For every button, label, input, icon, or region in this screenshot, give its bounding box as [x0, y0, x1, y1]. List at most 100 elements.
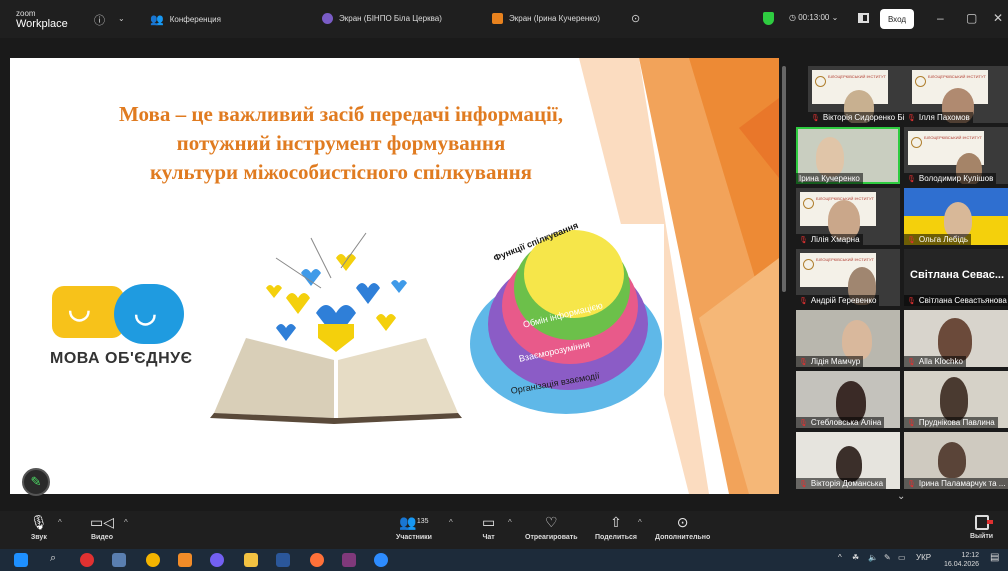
- participant-tile[interactable]: 🎙 Ольга Лебідь: [904, 188, 1008, 245]
- leave-button[interactable]: Выйти: [970, 515, 993, 540]
- chevron-down-icon[interactable]: ⌄: [118, 14, 125, 23]
- brand-bottom: Workplace: [16, 18, 68, 30]
- participant-tile[interactable]: 🎙 Вікторія Доманська: [796, 432, 900, 489]
- zoom-icon[interactable]: [374, 553, 388, 567]
- participant-tile[interactable]: Ірина Кучеренко: [796, 127, 900, 184]
- gallery-scroll-down-icon[interactable]: ⌄: [897, 491, 905, 502]
- speech-bubble-blue: ◡: [114, 284, 184, 344]
- share-label: Поделиться: [595, 534, 638, 541]
- slide-title-line: Мова – це важливий засіб передачі інформ…: [119, 102, 563, 126]
- screen-tab-2[interactable]: Экран (Ірина Кучеренко): [492, 13, 600, 24]
- start-icon[interactable]: [14, 553, 28, 567]
- system-clock[interactable]: 12:12 16.04.2026: [944, 551, 979, 569]
- volume-icon[interactable]: 🔈: [868, 553, 878, 562]
- video-options-caret[interactable]: ^: [124, 518, 128, 527]
- os-taskbar: ⌕ ^ ☘ 🔈 ✎ ▭ УКР 12:12 16.04.2026 ▤: [0, 549, 1008, 571]
- participant-name: Вікторія Доманська: [810, 479, 884, 488]
- tray-chevron-icon[interactable]: ^: [838, 553, 842, 562]
- video-button[interactable]: ▭◁ Видео: [90, 514, 114, 541]
- participant-name: Ольга Лебідь: [918, 235, 969, 244]
- chat-label: Чат: [482, 534, 495, 541]
- pen-tray-icon[interactable]: ✎: [884, 553, 891, 562]
- slide-title-line: культури міжособистісного спілкування: [149, 160, 533, 184]
- participant-name: Пруднікова Павлина: [918, 418, 995, 427]
- participant-tile[interactable]: БІЛОЦЕРКІВСЬКИЙ ІНСТИТУТ 🎙 Андрій Геревен…: [796, 249, 900, 306]
- word-icon[interactable]: [276, 553, 290, 567]
- timer-value: 00:13:00: [798, 13, 830, 22]
- mic-muted-icon: 🎙: [907, 481, 916, 488]
- mic-muted-icon: 🎙: [799, 237, 808, 244]
- clock-date: 16.04.2026: [944, 561, 980, 568]
- participants-count: 135: [416, 518, 429, 525]
- participant-name: Ірина Кучеренко: [799, 174, 860, 183]
- close-icon[interactable]: ✕: [993, 11, 1003, 25]
- audio-options-caret[interactable]: ^: [58, 518, 62, 527]
- participant-name: Лідія Мамчур: [810, 357, 861, 366]
- onenote-icon[interactable]: [342, 553, 356, 567]
- view-icon[interactable]: [858, 13, 869, 23]
- participant-tile[interactable]: 🎙 Ірина Паламарчук та ...: [904, 432, 1008, 489]
- folder-icon[interactable]: [244, 553, 258, 567]
- participant-tile[interactable]: 🎙 Пруднікова Павлина: [904, 371, 1008, 428]
- participant-tile[interactable]: БІЛОЦЕРКІВСЬКИЙ ІНСТИТУТ 🎙 Володимир Кулі…: [904, 127, 1008, 184]
- participant-tile[interactable]: БІЛОЦЕРКІВСЬКИЙ ІНСТИТУТ 🎙 Ілля Пахомов: [904, 66, 1008, 123]
- mic-muted-icon: 🎙: [907, 237, 916, 244]
- participant-tile[interactable]: 🎙 Alla Klochko: [904, 310, 1008, 367]
- participant-tile[interactable]: 🎙 Стебловська Аліна: [796, 371, 900, 428]
- firefox-icon[interactable]: [310, 553, 324, 567]
- mic-muted-icon: 🎙: [799, 420, 808, 427]
- app-icon[interactable]: [178, 553, 192, 567]
- clock-time: 12:12: [961, 552, 980, 559]
- shield-icon[interactable]: [763, 12, 774, 25]
- conference-label: Конференция: [169, 15, 221, 24]
- search-icon[interactable]: ⌕: [50, 552, 56, 565]
- tray-app-icon[interactable]: ☘: [852, 553, 859, 562]
- screen-tab-1[interactable]: Экран (БІНПО Біла Церква): [322, 13, 442, 24]
- title-bar: zoom Workplace ⓘ ⌄ 👥 Конференция Экран (…: [0, 0, 1008, 38]
- language-indicator[interactable]: УКР: [916, 553, 931, 562]
- zoom-logo: zoom Workplace: [16, 9, 68, 30]
- chat-icon: ▭: [482, 514, 496, 530]
- leave-icon: [974, 515, 993, 530]
- annotate-pen-button[interactable]: ✎: [22, 468, 50, 496]
- chat-options-caret[interactable]: ^: [508, 518, 512, 527]
- notifications-icon[interactable]: ▤: [990, 552, 999, 563]
- participants-button[interactable]: 👥135 Участники: [396, 514, 432, 541]
- share-button[interactable]: ⇧ Поделиться: [595, 514, 637, 541]
- participant-name: Вікторія Сидоренко Бі...: [822, 113, 912, 122]
- conference-tab[interactable]: 👥 Конференция: [150, 13, 221, 26]
- screen-tab-1-label: Экран (БІНПО Біла Церква): [339, 14, 442, 23]
- mic-muted-icon: 🎙: [907, 176, 916, 183]
- mic-muted-icon: 🎙: [30, 514, 48, 530]
- participant-tile[interactable]: Світлана Севас... 🎙 Світлана Севастьянова: [904, 249, 1008, 306]
- participant-tile[interactable]: 🎙 Лідія Мамчур: [796, 310, 900, 367]
- chevron-down-icon: ⌄: [829, 13, 839, 22]
- network-icon[interactable]: ▭: [898, 553, 906, 562]
- chat-button[interactable]: ▭ Чат: [482, 514, 495, 541]
- participant-tile[interactable]: БІЛОЦЕРКІВСЬКИЙ ІНСТИТУТ 🎙 Лілія Хмарна: [796, 188, 900, 245]
- opera-icon[interactable]: [80, 553, 94, 567]
- audio-button[interactable]: 🎙 Звук: [30, 514, 48, 541]
- participants-icon: 👥135: [399, 514, 429, 530]
- restore-icon[interactable]: ▢: [966, 11, 977, 25]
- participant-name: Світлана Севастьянова: [918, 296, 1007, 305]
- zoom-window: zoom Workplace ⓘ ⌄ 👥 Конференция Экран (…: [0, 0, 1008, 571]
- signin-button[interactable]: Вход: [880, 9, 914, 29]
- more-tabs-icon[interactable]: ⊙: [631, 12, 640, 25]
- participant-tile[interactable]: БІЛОЦЕРКІВСЬКИЙ ІНСТИТУТ 🎙 Вікторія Сидор…: [808, 66, 912, 123]
- shared-screen: Мова – це важливий засіб передачі інформ…: [10, 58, 779, 494]
- viber-icon[interactable]: [210, 553, 224, 567]
- chrome-icon[interactable]: [146, 553, 160, 567]
- info-icon[interactable]: ⓘ: [94, 12, 105, 28]
- react-button[interactable]: ♡ Отреагировать: [525, 514, 578, 541]
- participant-name: Володимир Кулішов: [918, 174, 994, 183]
- minimize-icon[interactable]: –: [937, 11, 944, 25]
- more-button[interactable]: ⊙ Дополнительно: [655, 514, 710, 541]
- slide-title-line: потужний інструмент формування: [176, 131, 506, 155]
- gallery-scrollbar[interactable]: [782, 66, 786, 292]
- screen-tab-2-label: Экран (Ірина Кучеренко): [509, 14, 600, 23]
- share-options-caret[interactable]: ^: [638, 518, 642, 527]
- meeting-timer[interactable]: ◷ 00:13:00 ⌄: [789, 13, 838, 22]
- participants-options-caret[interactable]: ^: [449, 518, 453, 527]
- app-icon[interactable]: [112, 553, 126, 567]
